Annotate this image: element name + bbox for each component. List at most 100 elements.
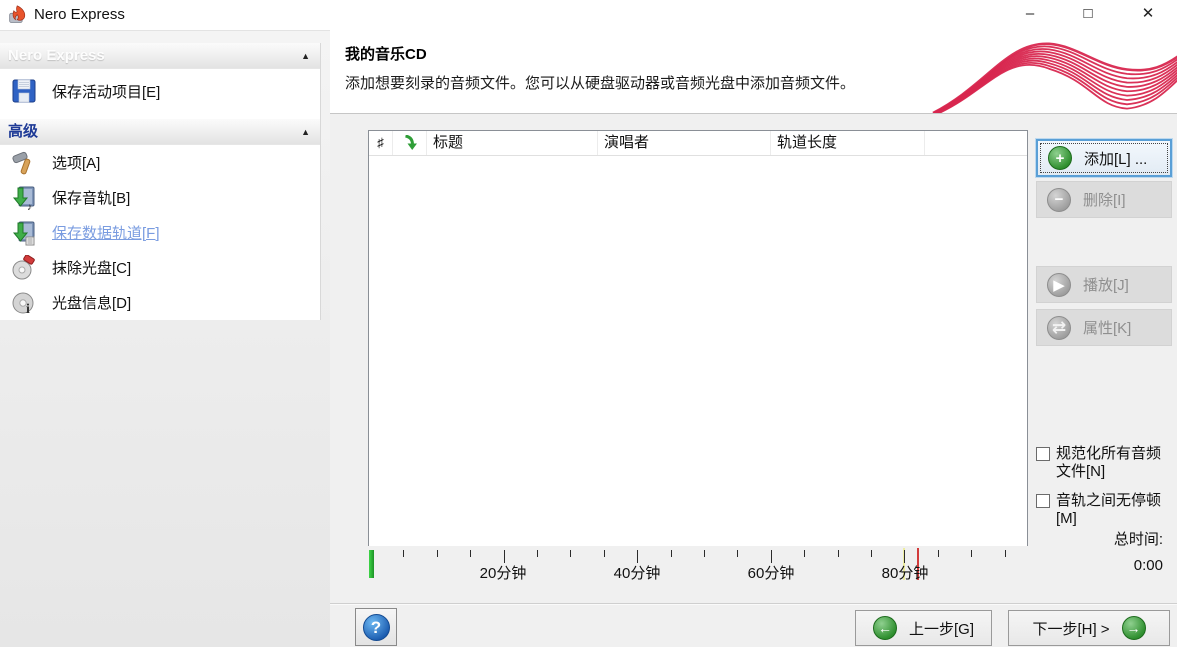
normalize-checkbox-label: 规范化所有音频文件[N] [1056, 445, 1166, 481]
sidebar-group-advanced[interactable]: 高级 ▲ [0, 119, 320, 145]
properties-button[interactable]: ⇄ 属性[K] [1036, 309, 1172, 346]
no-pause-checkbox-row[interactable]: 音轨之间无停顿[M] [1036, 492, 1166, 528]
column-track-length[interactable]: 轨道长度 [771, 131, 925, 155]
delete-button-label: 删除[I] [1083, 189, 1126, 210]
sidebar-item-label: 光盘信息[D] [52, 292, 131, 313]
sidebar-item-save-project[interactable]: 保存活动项目[E] [0, 69, 320, 113]
sidebar-item-label: 抹除光盘[C] [52, 257, 131, 278]
capacity-ruler: 20分钟 40分钟 60分钟 80分钟 [368, 548, 1028, 582]
title-bar: Nero Express – □ ✕ [0, 0, 1177, 30]
next-button-label: 下一步[H] > [1032, 618, 1109, 639]
ruler-tick [537, 550, 538, 557]
maximize-button[interactable]: □ [1068, 0, 1108, 28]
plus-icon: + [1048, 146, 1072, 170]
back-button-label: 上一步[G] [909, 618, 974, 639]
sidebar-item-label: 保存活动项目[E] [52, 81, 160, 102]
erase-disc-icon [8, 252, 40, 284]
window-title: Nero Express [34, 6, 125, 23]
ruler-tick [604, 550, 605, 557]
ruler-tick [437, 550, 438, 557]
normalize-checkbox[interactable] [1036, 447, 1050, 461]
track-list-body[interactable] [369, 156, 1027, 546]
sidebar-item-disc-info[interactable]: i 光盘信息[D] [0, 285, 320, 320]
page-description: 添加想要刻录的音频文件。您可以从硬盘驱动器或音频光盘中添加音频文件。 [345, 72, 855, 93]
total-time-label: 总时间: [1036, 528, 1163, 549]
nero-app-icon [8, 5, 28, 25]
sidebar-item-label: 保存数据轨道[F] [52, 222, 160, 243]
normalize-checkbox-row[interactable]: 规范化所有音频文件[N] [1036, 445, 1166, 481]
close-button[interactable]: ✕ [1128, 0, 1168, 28]
ruler-tick [971, 550, 972, 557]
ruler-label-80: 80分钟 [882, 562, 929, 583]
wave-graphic [907, 30, 1177, 113]
swap-arrows-icon: ⇄ [1047, 316, 1071, 340]
ruler-tick [470, 550, 471, 557]
track-table: ♯ 标题 演唱者 轨道长度 [368, 130, 1028, 546]
svg-text:i: i [26, 302, 30, 316]
left-panel: Nero Express ▲ 保存活动项目[E] 高级 ▲ [0, 30, 330, 647]
ruler-tick [904, 550, 905, 563]
sidebar-item-save-data-tracks[interactable]: 保存数据轨道[F] [0, 215, 320, 250]
green-down-arrow-icon [402, 135, 418, 151]
properties-button-label: 属性[K] [1083, 317, 1131, 338]
next-button[interactable]: 下一步[H] > → [1008, 610, 1170, 646]
ruler-tick [804, 550, 805, 557]
ruler-tick [403, 550, 404, 557]
play-button-label: 播放[J] [1083, 274, 1129, 295]
minimize-button[interactable]: – [1010, 0, 1050, 28]
collapse-arrow-icon[interactable]: ▲ [301, 43, 310, 69]
ruler-tick [637, 550, 638, 563]
sidebar-item-label: 保存音轨[B] [52, 187, 130, 208]
help-icon: ? [363, 614, 390, 641]
delete-button[interactable]: − 删除[I] [1036, 181, 1172, 218]
save-audio-tracks-icon: ♪ [8, 182, 40, 214]
sidebar-item-erase-disc[interactable]: 抹除光盘[C] [0, 250, 320, 285]
column-track-number[interactable]: ♯ [369, 131, 393, 155]
ruler-tick [671, 550, 672, 557]
save-data-tracks-icon [8, 217, 40, 249]
footer-bar: ? ← 上一步[G] 下一步[H] > → [330, 603, 1177, 647]
column-extra[interactable] [925, 131, 1027, 155]
no-pause-checkbox-label: 音轨之间无停顿[M] [1056, 492, 1166, 528]
add-button-label: 添加[L] ... [1084, 148, 1147, 169]
ruler-tick [570, 550, 571, 557]
ruler-label-40: 40分钟 [614, 562, 661, 583]
collapse-arrow-icon[interactable]: ▲ [301, 119, 310, 145]
add-button[interactable]: + 添加[L] ... [1036, 139, 1172, 177]
ruler-label-20: 20分钟 [480, 562, 527, 583]
ruler-tick [871, 550, 872, 557]
no-pause-checkbox[interactable] [1036, 494, 1050, 508]
help-button[interactable]: ? [355, 608, 397, 646]
sidebar-group-nero-express[interactable]: Nero Express ▲ [0, 43, 320, 69]
back-button[interactable]: ← 上一步[G] [855, 610, 992, 646]
column-artist[interactable]: 演唱者 [598, 131, 771, 155]
play-icon: ▶ [1047, 273, 1071, 297]
ruler-tick [771, 550, 772, 563]
ruler-tick [1005, 550, 1006, 557]
svg-text:♪: ♪ [27, 202, 32, 211]
minus-icon: − [1047, 188, 1071, 212]
sidebar-item-save-audio-tracks[interactable]: ♪ 保存音轨[B] [0, 180, 320, 215]
ruler-tick [838, 550, 839, 557]
page-title: 我的音乐CD [345, 43, 427, 64]
total-time-value: 0:00 [1036, 557, 1163, 574]
ruler-tick [504, 550, 505, 563]
arrow-right-icon: → [1122, 616, 1146, 640]
sidebar-item-label: 选项[A] [52, 152, 100, 173]
column-sort[interactable] [393, 131, 427, 155]
capacity-start-marker [369, 550, 374, 578]
ruler-tick [704, 550, 705, 557]
ruler-label-60: 60分钟 [748, 562, 795, 583]
sidebar-group-label: 高级 [8, 123, 38, 140]
track-table-header: ♯ 标题 演唱者 轨道长度 [369, 131, 1027, 156]
sidebar-item-options[interactable]: 选项[A] [0, 145, 320, 180]
ruler-tick [938, 550, 939, 557]
main-header: 我的音乐CD 添加想要刻录的音频文件。您可以从硬盘驱动器或音频光盘中添加音频文件… [330, 30, 1177, 114]
compilation-panel: ♯ 标题 演唱者 轨道长度 20分钟 40分钟 60分钟 80分钟 + 添加[L… [330, 114, 1177, 603]
play-button[interactable]: ▶ 播放[J] [1036, 266, 1172, 303]
column-title[interactable]: 标题 [427, 131, 598, 155]
hammer-icon [8, 147, 40, 179]
sidebar: Nero Express ▲ 保存活动项目[E] 高级 ▲ [0, 43, 321, 320]
arrow-left-icon: ← [873, 616, 897, 640]
total-time: 总时间: 0:00 [1036, 528, 1163, 574]
